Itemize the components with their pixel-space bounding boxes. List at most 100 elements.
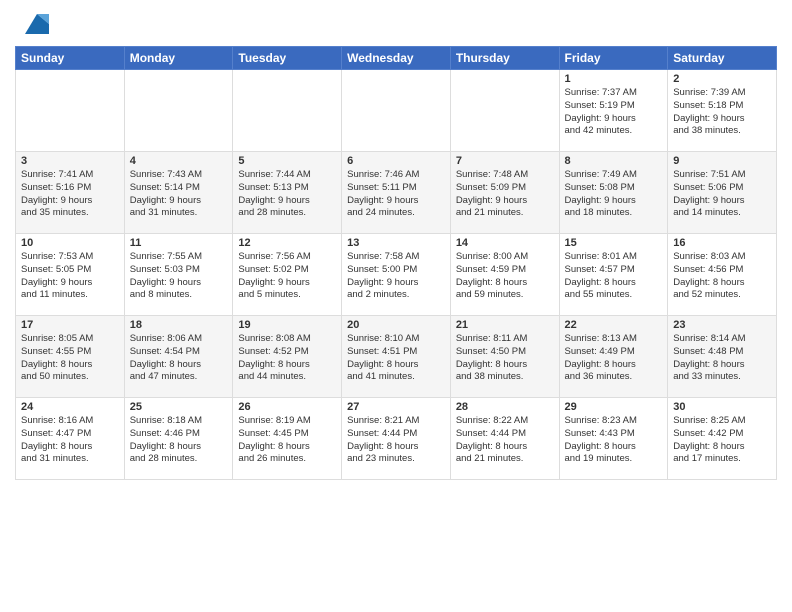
day-number: 19 <box>238 319 336 331</box>
day-number: 22 <box>565 319 663 331</box>
day-number: 25 <box>130 401 228 413</box>
calendar-week-5: 24 Sunrise: 8:16 AM Sunset: 4:47 PM Dayli… <box>16 398 777 480</box>
day-number: 3 <box>21 155 119 167</box>
page-header <box>15 10 777 38</box>
calendar-cell <box>450 70 559 152</box>
day-info: Sunrise: 8:21 AM Sunset: 4:44 PM Dayligh… <box>347 415 445 466</box>
calendar-cell: 24 Sunrise: 8:16 AM Sunset: 4:47 PM Dayli… <box>16 398 125 480</box>
day-number: 23 <box>673 319 771 331</box>
calendar-cell: 27 Sunrise: 8:21 AM Sunset: 4:44 PM Dayli… <box>342 398 451 480</box>
calendar-cell: 15 Sunrise: 8:01 AM Sunset: 4:57 PM Dayli… <box>559 234 668 316</box>
day-number: 12 <box>238 237 336 249</box>
day-info: Sunrise: 7:41 AM Sunset: 5:16 PM Dayligh… <box>21 169 119 220</box>
calendar-cell: 12 Sunrise: 7:56 AM Sunset: 5:02 PM Dayli… <box>233 234 342 316</box>
day-number: 10 <box>21 237 119 249</box>
day-info: Sunrise: 8:19 AM Sunset: 4:45 PM Dayligh… <box>238 415 336 466</box>
day-info: Sunrise: 7:58 AM Sunset: 5:00 PM Dayligh… <box>347 251 445 302</box>
logo <box>15 10 49 38</box>
day-info: Sunrise: 8:13 AM Sunset: 4:49 PM Dayligh… <box>565 333 663 384</box>
weekday-header-tuesday: Tuesday <box>233 47 342 70</box>
day-info: Sunrise: 8:23 AM Sunset: 4:43 PM Dayligh… <box>565 415 663 466</box>
day-info: Sunrise: 8:10 AM Sunset: 4:51 PM Dayligh… <box>347 333 445 384</box>
day-info: Sunrise: 8:25 AM Sunset: 4:42 PM Dayligh… <box>673 415 771 466</box>
day-number: 1 <box>565 73 663 85</box>
calendar-cell: 20 Sunrise: 8:10 AM Sunset: 4:51 PM Dayli… <box>342 316 451 398</box>
calendar-cell <box>233 70 342 152</box>
calendar-cell <box>124 70 233 152</box>
day-number: 29 <box>565 401 663 413</box>
day-number: 15 <box>565 237 663 249</box>
calendar-cell: 11Sunrise: 7:55 AM Sunset: 5:03 PM Dayli… <box>124 234 233 316</box>
day-number: 4 <box>130 155 228 167</box>
day-info: Sunrise: 7:44 AM Sunset: 5:13 PM Dayligh… <box>238 169 336 220</box>
day-info: Sunrise: 7:46 AM Sunset: 5:11 PM Dayligh… <box>347 169 445 220</box>
day-info: Sunrise: 7:53 AM Sunset: 5:05 PM Dayligh… <box>21 251 119 302</box>
day-info: Sunrise: 8:05 AM Sunset: 4:55 PM Dayligh… <box>21 333 119 384</box>
day-info: Sunrise: 7:37 AM Sunset: 5:19 PM Dayligh… <box>565 87 663 138</box>
calendar-cell: 10 Sunrise: 7:53 AM Sunset: 5:05 PM Dayli… <box>16 234 125 316</box>
day-number: 27 <box>347 401 445 413</box>
day-number: 20 <box>347 319 445 331</box>
day-info: Sunrise: 7:48 AM Sunset: 5:09 PM Dayligh… <box>456 169 554 220</box>
day-info: Sunrise: 8:22 AM Sunset: 4:44 PM Dayligh… <box>456 415 554 466</box>
day-number: 5 <box>238 155 336 167</box>
calendar-week-1: 1 Sunrise: 7:37 AM Sunset: 5:19 PM Daylig… <box>16 70 777 152</box>
calendar-week-4: 17 Sunrise: 8:05 AM Sunset: 4:55 PM Dayli… <box>16 316 777 398</box>
day-info: Sunrise: 8:11 AM Sunset: 4:50 PM Dayligh… <box>456 333 554 384</box>
day-info: Sunrise: 8:16 AM Sunset: 4:47 PM Dayligh… <box>21 415 119 466</box>
day-info: Sunrise: 7:49 AM Sunset: 5:08 PM Dayligh… <box>565 169 663 220</box>
calendar-cell <box>16 70 125 152</box>
day-number: 13 <box>347 237 445 249</box>
day-info: Sunrise: 7:56 AM Sunset: 5:02 PM Dayligh… <box>238 251 336 302</box>
day-info: Sunrise: 8:00 AM Sunset: 4:59 PM Dayligh… <box>456 251 554 302</box>
day-number: 30 <box>673 401 771 413</box>
calendar-cell: 23Sunrise: 8:14 AM Sunset: 4:48 PM Dayli… <box>668 316 777 398</box>
day-number: 18 <box>130 319 228 331</box>
calendar-table: SundayMondayTuesdayWednesdayThursdayFrid… <box>15 46 777 480</box>
day-number: 7 <box>456 155 554 167</box>
calendar-cell <box>342 70 451 152</box>
calendar-cell: 9 Sunrise: 7:51 AM Sunset: 5:06 PM Daylig… <box>668 152 777 234</box>
calendar-week-2: 3 Sunrise: 7:41 AM Sunset: 5:16 PM Daylig… <box>16 152 777 234</box>
day-number: 6 <box>347 155 445 167</box>
calendar-cell: 30 Sunrise: 8:25 AM Sunset: 4:42 PM Dayli… <box>668 398 777 480</box>
calendar-cell: 3 Sunrise: 7:41 AM Sunset: 5:16 PM Daylig… <box>16 152 125 234</box>
day-info: Sunrise: 7:51 AM Sunset: 5:06 PM Dayligh… <box>673 169 771 220</box>
calendar-cell: 6 Sunrise: 7:46 AM Sunset: 5:11 PM Daylig… <box>342 152 451 234</box>
day-number: 2 <box>673 73 771 85</box>
weekday-header-sunday: Sunday <box>16 47 125 70</box>
day-info: Sunrise: 8:01 AM Sunset: 4:57 PM Dayligh… <box>565 251 663 302</box>
calendar-cell: 8 Sunrise: 7:49 AM Sunset: 5:08 PM Daylig… <box>559 152 668 234</box>
calendar-cell: 2 Sunrise: 7:39 AM Sunset: 5:18 PM Daylig… <box>668 70 777 152</box>
weekday-header-friday: Friday <box>559 47 668 70</box>
day-info: Sunrise: 7:39 AM Sunset: 5:18 PM Dayligh… <box>673 87 771 138</box>
logo-icon <box>17 10 49 38</box>
calendar-cell: 5 Sunrise: 7:44 AM Sunset: 5:13 PM Daylig… <box>233 152 342 234</box>
day-number: 21 <box>456 319 554 331</box>
calendar-cell: 28Sunrise: 8:22 AM Sunset: 4:44 PM Dayli… <box>450 398 559 480</box>
day-number: 16 <box>673 237 771 249</box>
calendar-cell: 19 Sunrise: 8:08 AM Sunset: 4:52 PM Dayli… <box>233 316 342 398</box>
day-number: 17 <box>21 319 119 331</box>
calendar-week-3: 10 Sunrise: 7:53 AM Sunset: 5:05 PM Dayli… <box>16 234 777 316</box>
calendar-cell: 14 Sunrise: 8:00 AM Sunset: 4:59 PM Dayli… <box>450 234 559 316</box>
day-number: 9 <box>673 155 771 167</box>
weekday-header-thursday: Thursday <box>450 47 559 70</box>
weekday-header-row: SundayMondayTuesdayWednesdayThursdayFrid… <box>16 47 777 70</box>
day-info: Sunrise: 8:18 AM Sunset: 4:46 PM Dayligh… <box>130 415 228 466</box>
calendar-cell: 22 Sunrise: 8:13 AM Sunset: 4:49 PM Dayli… <box>559 316 668 398</box>
calendar-cell: 13 Sunrise: 7:58 AM Sunset: 5:00 PM Dayli… <box>342 234 451 316</box>
calendar-cell: 4Sunrise: 7:43 AM Sunset: 5:14 PM Daylig… <box>124 152 233 234</box>
calendar-cell: 17 Sunrise: 8:05 AM Sunset: 4:55 PM Dayli… <box>16 316 125 398</box>
calendar-cell: 1 Sunrise: 7:37 AM Sunset: 5:19 PM Daylig… <box>559 70 668 152</box>
day-number: 24 <box>21 401 119 413</box>
calendar-cell: 21 Sunrise: 8:11 AM Sunset: 4:50 PM Dayli… <box>450 316 559 398</box>
page-container: SundayMondayTuesdayWednesdayThursdayFrid… <box>0 0 792 612</box>
day-info: Sunrise: 7:55 AM Sunset: 5:03 PM Dayligh… <box>130 251 228 302</box>
day-number: 14 <box>456 237 554 249</box>
weekday-header-wednesday: Wednesday <box>342 47 451 70</box>
day-number: 8 <box>565 155 663 167</box>
weekday-header-saturday: Saturday <box>668 47 777 70</box>
calendar-cell: 7 Sunrise: 7:48 AM Sunset: 5:09 PM Daylig… <box>450 152 559 234</box>
day-info: Sunrise: 8:08 AM Sunset: 4:52 PM Dayligh… <box>238 333 336 384</box>
